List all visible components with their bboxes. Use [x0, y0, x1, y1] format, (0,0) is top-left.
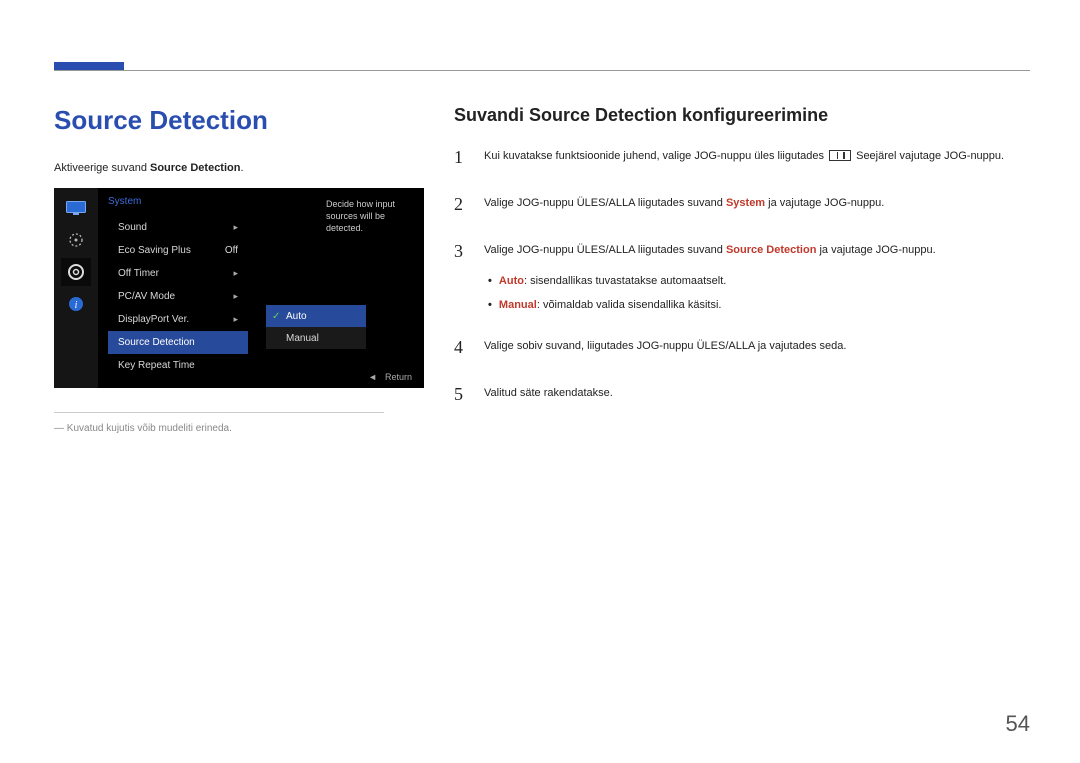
step-number: 5 [454, 381, 468, 408]
step-body: Kui kuvatakse funktsioonide juhend, vali… [484, 148, 1030, 175]
osd-row-pcav[interactable]: PC/AV Mode▸ [108, 285, 248, 308]
left-column: Source Detection Aktiveerige suvand Sour… [54, 105, 414, 434]
disclaimer-text: Kuvatud kujutis võib mudeliti erineda. [54, 423, 414, 434]
osd-screenshot: i System Sound▸ Eco Saving PlusOff Off T… [54, 188, 424, 388]
intro-pre: Aktiveerige suvand [54, 162, 150, 174]
chevron-right-icon: ▸ [233, 314, 238, 325]
step-4: 4 Valige sobiv suvand, liigutades JOG-nu… [454, 338, 1030, 365]
osd-row-dpver[interactable]: DisplayPort Ver.▸ [108, 308, 248, 331]
steps-list: 1 Kui kuvatakse funktsioonide juhend, va… [454, 148, 1030, 412]
osd-row-sound[interactable]: Sound▸ [108, 216, 248, 239]
header-rule [54, 70, 1030, 71]
osd-description: Decide how input sources will be detecte… [326, 198, 414, 234]
osd-footer: ◄ Return [368, 372, 412, 382]
page-title: Source Detection [54, 105, 414, 136]
osd-row-eco[interactable]: Eco Saving PlusOff [108, 239, 248, 262]
intro-post: . [240, 162, 243, 174]
osd-header: System [108, 196, 141, 207]
intro-bold: Source Detection [150, 162, 240, 174]
osd-return-label[interactable]: Return [385, 372, 412, 382]
chevron-right-icon: ▸ [233, 268, 238, 279]
step-number: 4 [454, 334, 468, 361]
sub-list: Auto: sisendallikas tuvastatakse automaa… [484, 273, 1030, 314]
sub-item-auto: Auto: sisendallikas tuvastatakse automaa… [488, 273, 1030, 290]
nav-left-icon[interactable]: ◄ [368, 372, 377, 382]
step-2: 2 Valige JOG-nuppu ÜLES/ALLA liigutades … [454, 195, 1030, 222]
step-body: Valige JOG-nuppu ÜLES/ALLA liigutades su… [484, 195, 1030, 222]
page-number: 54 [1006, 711, 1030, 737]
osd-popup-manual[interactable]: Manual [266, 327, 366, 349]
osd-row-keyrepeat[interactable]: Key Repeat Time [108, 354, 248, 377]
step-number: 1 [454, 144, 468, 171]
separator [54, 412, 384, 413]
display-icon[interactable] [61, 194, 91, 222]
header-accent [54, 62, 124, 70]
gear-icon[interactable] [61, 258, 91, 286]
chevron-right-icon: ▸ [233, 291, 238, 302]
svg-text:i: i [75, 300, 78, 311]
osd-popup-auto[interactable]: ✓ Auto [266, 305, 366, 327]
step-number: 2 [454, 191, 468, 218]
info-icon[interactable]: i [61, 290, 91, 318]
step-body: Valitud säte rakendatakse. [484, 385, 1030, 412]
highlight: System [726, 197, 765, 209]
right-column: Suvandi Source Detection konfigureerimin… [454, 105, 1030, 434]
section-heading: Suvandi Source Detection konfigureerimin… [454, 105, 1030, 126]
step-3: 3 Valige JOG-nuppu ÜLES/ALLA liigutades … [454, 242, 1030, 318]
osd-row-sourcedetection[interactable]: Source Detection [108, 331, 248, 354]
step-1: 1 Kui kuvatakse funktsioonide juhend, va… [454, 148, 1030, 175]
target-icon[interactable] [61, 226, 91, 254]
chevron-right-icon: ▸ [233, 222, 238, 233]
step-5: 5 Valitud säte rakendatakse. [454, 385, 1030, 412]
check-icon: ✓ [272, 311, 280, 322]
highlight: Source Detection [726, 244, 816, 256]
menu-icon [829, 150, 851, 161]
osd-sidebar: i [54, 188, 98, 388]
step-body: Valige sobiv suvand, liigutades JOG-nupp… [484, 338, 1030, 365]
step-number: 3 [454, 238, 468, 314]
osd-menu: Sound▸ Eco Saving PlusOff Off Timer▸ PC/… [108, 216, 248, 377]
page-content: Source Detection Aktiveerige suvand Sour… [54, 105, 1030, 434]
sub-item-manual: Manual: võimaldab valida sisendallika kä… [488, 297, 1030, 314]
osd-popup: ✓ Auto Manual [266, 305, 366, 349]
step-body: Valige JOG-nuppu ÜLES/ALLA liigutades su… [484, 242, 1030, 318]
osd-row-offtimer[interactable]: Off Timer▸ [108, 262, 248, 285]
intro-text: Aktiveerige suvand Source Detection. [54, 162, 414, 174]
